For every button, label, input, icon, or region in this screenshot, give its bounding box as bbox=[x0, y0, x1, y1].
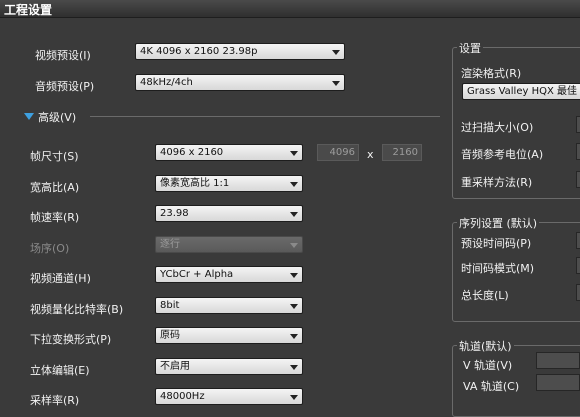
sample-rate-dropdown[interactable]: 48000Hz bbox=[155, 388, 303, 405]
expand-triangle-icon[interactable] bbox=[24, 113, 34, 120]
aspect-ratio-value: 像素宽高比 1:1 bbox=[160, 178, 230, 189]
chevron-down-icon bbox=[290, 273, 298, 278]
timecode-mode-field[interactable] bbox=[576, 257, 580, 274]
advanced-section-label[interactable]: 高级(V) bbox=[38, 109, 76, 125]
tracks-group-title: 轨道(默认) bbox=[457, 338, 514, 354]
audio-preset-dropdown[interactable]: 48kHz/4ch bbox=[135, 74, 345, 91]
total-length-field[interactable] bbox=[576, 284, 580, 301]
resample-field[interactable] bbox=[576, 171, 580, 188]
frame-size-dropdown[interactable]: 4096 x 2160 bbox=[155, 144, 303, 161]
advanced-divider bbox=[90, 116, 440, 117]
chevron-down-icon bbox=[290, 243, 298, 248]
field-order-label: 场序(O) bbox=[30, 242, 70, 255]
frame-rate-dropdown[interactable]: 23.98 bbox=[155, 205, 303, 222]
video-channel-value: YCbCr + Alpha bbox=[160, 269, 234, 280]
audio-ref-field[interactable] bbox=[576, 143, 580, 160]
chevron-down-icon bbox=[290, 182, 298, 187]
pulldown-label: 下拉变换形式(P) bbox=[30, 333, 112, 346]
frame-size-value: 4096 x 2160 bbox=[160, 147, 224, 158]
chevron-down-icon bbox=[290, 151, 298, 156]
bit-depth-dropdown[interactable]: 8bit bbox=[155, 297, 303, 314]
render-format-dropdown[interactable]: Grass Valley HQX 最佳 bbox=[462, 83, 580, 100]
frame-size-label: 帧尺寸(S) bbox=[30, 150, 79, 163]
aspect-ratio-dropdown[interactable]: 像素宽高比 1:1 bbox=[155, 175, 303, 192]
stereo-edit-value: 不启用 bbox=[160, 361, 190, 372]
bit-depth-value: 8bit bbox=[160, 300, 180, 311]
sample-rate-label: 采样率(R) bbox=[30, 394, 80, 407]
chevron-down-icon bbox=[290, 365, 298, 370]
video-preset-label: 视频预设(I) bbox=[35, 49, 91, 62]
va-track-field[interactable] bbox=[536, 374, 580, 391]
pulldown-dropdown[interactable]: 原码 bbox=[155, 327, 303, 344]
overscan-label: 过扫描大小(O) bbox=[461, 121, 534, 134]
settings-group-title: 设置 bbox=[457, 40, 483, 56]
overscan-field[interactable] bbox=[576, 116, 580, 133]
field-order-value: 逐行 bbox=[160, 239, 180, 250]
bit-depth-label: 视频量化比特率(B) bbox=[30, 303, 124, 316]
v-track-field[interactable] bbox=[536, 352, 580, 369]
chevron-down-icon bbox=[290, 212, 298, 217]
timecode-mode-label: 时间码模式(M) bbox=[461, 262, 535, 275]
audio-preset-label: 音频预设(P) bbox=[35, 80, 95, 93]
window-titlebar: 工程设置 bbox=[0, 0, 580, 18]
video-preset-dropdown[interactable]: 4K 4096 x 2160 23.98p bbox=[135, 43, 345, 60]
chevron-down-icon bbox=[332, 50, 340, 55]
frame-x-separator: x bbox=[367, 148, 374, 161]
resample-label: 重采样方法(R) bbox=[461, 176, 533, 189]
chevron-down-icon bbox=[332, 81, 340, 86]
render-format-label: 渲染格式(R) bbox=[461, 67, 522, 80]
preset-timecode-label: 预设时间码(P) bbox=[461, 237, 532, 250]
audio-ref-label: 音频参考电位(A) bbox=[461, 148, 544, 161]
stereo-edit-label: 立体编辑(E) bbox=[30, 364, 90, 377]
preset-timecode-field[interactable] bbox=[576, 232, 580, 249]
pulldown-value: 原码 bbox=[160, 330, 180, 341]
v-track-label: V 轨道(V) bbox=[463, 359, 513, 372]
total-length-label: 总长度(L) bbox=[461, 289, 509, 302]
frame-rate-label: 帧速率(R) bbox=[30, 211, 80, 224]
chevron-down-icon bbox=[290, 304, 298, 309]
aspect-ratio-label: 宽高比(A) bbox=[30, 181, 80, 194]
frame-width-input[interactable]: 4096 bbox=[317, 144, 359, 161]
chevron-down-icon bbox=[290, 395, 298, 400]
audio-preset-value: 48kHz/4ch bbox=[140, 77, 193, 88]
frame-height-input[interactable]: 2160 bbox=[382, 144, 422, 161]
chevron-down-icon bbox=[290, 334, 298, 339]
video-channel-label: 视频通道(H) bbox=[30, 272, 91, 285]
window-title: 工程设置 bbox=[4, 3, 53, 17]
sample-rate-value: 48000Hz bbox=[160, 391, 205, 402]
sequence-group-title: 序列设置 (默认) bbox=[457, 215, 540, 231]
video-preset-value: 4K 4096 x 2160 23.98p bbox=[140, 46, 258, 57]
render-format-value: Grass Valley HQX 最佳 bbox=[467, 86, 578, 97]
field-order-dropdown: 逐行 bbox=[155, 236, 303, 253]
frame-rate-value: 23.98 bbox=[160, 208, 189, 219]
video-channel-dropdown[interactable]: YCbCr + Alpha bbox=[155, 266, 303, 283]
va-track-label: VA 轨道(C) bbox=[463, 380, 520, 393]
stereo-edit-dropdown[interactable]: 不启用 bbox=[155, 358, 303, 375]
